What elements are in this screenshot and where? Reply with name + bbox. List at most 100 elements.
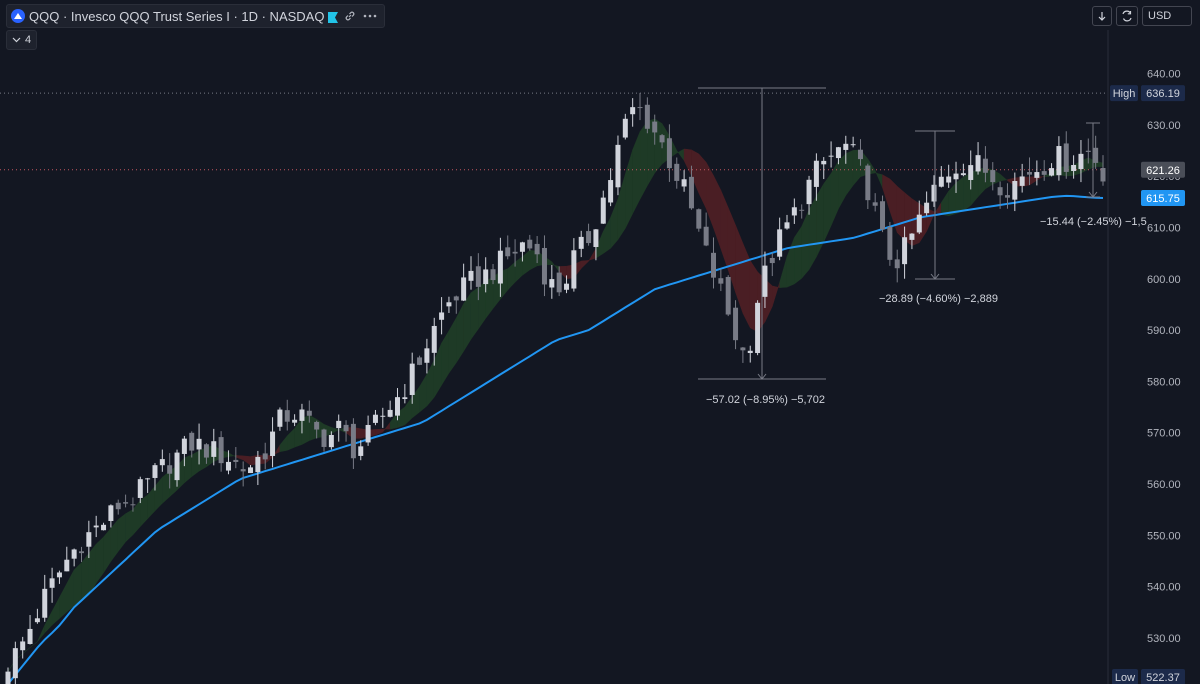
candle-body [218, 437, 224, 464]
candle-body [446, 302, 452, 307]
candle-body [365, 424, 371, 443]
candle [865, 163, 871, 210]
cloud-segment [59, 583, 68, 620]
flag-icon[interactable] [328, 11, 339, 23]
candle-body [1049, 168, 1055, 176]
chevron-down-icon [12, 37, 21, 43]
candle [887, 221, 893, 266]
price-tick: 600.00 [1147, 274, 1181, 286]
candle [240, 461, 246, 487]
cloud-segment [786, 237, 795, 288]
cloud-segment [456, 303, 464, 364]
candle [938, 166, 944, 188]
cloud-segment [66, 569, 75, 613]
candle-body [1071, 164, 1077, 172]
cloud-segment [463, 291, 472, 353]
download-button[interactable] [1092, 6, 1112, 26]
candle-body [203, 444, 209, 458]
chart-header: QQQ · Invesco QQQ Trust Series I · 1D · … [0, 0, 1200, 30]
candle-body [784, 222, 790, 229]
candle-body [1041, 171, 1047, 175]
cloud-segment [845, 149, 854, 197]
candle-body [813, 160, 819, 187]
candle [975, 142, 981, 175]
link-icon[interactable] [342, 8, 358, 24]
candle [159, 449, 165, 472]
candle [446, 296, 452, 313]
candle-body [894, 259, 900, 269]
candle-body [659, 135, 665, 143]
cloud-segment [235, 455, 244, 461]
price-tick: 530.00 [1147, 633, 1181, 645]
cloud-segment [896, 185, 905, 241]
cloud-segment [103, 527, 112, 574]
candle [145, 477, 151, 493]
candle-body [299, 409, 305, 421]
symbol-info[interactable]: QQQ · Invesco QQQ Trust Series I · 1D · … [6, 4, 386, 28]
candle-body [78, 551, 84, 554]
candle-body [108, 505, 114, 521]
candle-body [64, 559, 70, 572]
more-options-icon[interactable] [362, 8, 378, 24]
candle-body [711, 252, 717, 278]
candle-body [681, 179, 687, 187]
candle [424, 338, 430, 374]
cloud-segment [507, 261, 516, 291]
candle-body [505, 247, 511, 257]
price-axis[interactable]: 530.00 540.00 550.00 560.00 570.00 580.00 590.… [1107, 30, 1181, 684]
candle [681, 170, 687, 192]
indicators-toggle[interactable]: 4 [6, 30, 38, 50]
refresh-button[interactable] [1116, 6, 1138, 26]
candle [946, 164, 952, 188]
price-tick: 640.00 [1147, 69, 1181, 81]
currency-select[interactable]: USD [1142, 6, 1192, 26]
candle [277, 407, 283, 431]
candle [828, 141, 834, 168]
cloud-segment [830, 159, 839, 226]
candle [799, 204, 805, 219]
candle-body [27, 628, 33, 644]
candle-body [439, 312, 445, 320]
moving-average-line [7, 194, 1104, 684]
candle-body [1034, 172, 1040, 178]
candle-body [806, 179, 812, 205]
candle-body [1004, 195, 1010, 198]
candle-body [20, 641, 26, 651]
price-tick: 630.00 [1147, 120, 1181, 132]
candle-body [56, 572, 62, 578]
candle [674, 157, 680, 189]
candle [350, 418, 356, 469]
cloud-segment [448, 316, 457, 374]
cloud-segment [191, 450, 200, 478]
candle-body [71, 549, 77, 559]
candle-body [387, 409, 393, 417]
candle [718, 268, 724, 292]
candle [586, 223, 592, 246]
measurement-tools[interactable]: −57.02 (−8.95%) −5,702 −28.89 (−4.60%) −2… [698, 87, 1147, 406]
candle [850, 136, 856, 148]
candle [990, 162, 996, 191]
candle [108, 504, 114, 528]
candle [372, 409, 378, 426]
candle-body [916, 214, 922, 233]
candle [960, 163, 966, 177]
candle [733, 300, 739, 350]
candle-body [475, 266, 481, 287]
high-tag-text: High [1113, 88, 1136, 100]
candle-body [1093, 147, 1099, 163]
candle-body [769, 257, 775, 264]
candle-body [394, 397, 400, 416]
candle [42, 574, 48, 622]
price-tick: 560.00 [1147, 479, 1181, 491]
candle [769, 252, 775, 277]
cloud-segment [735, 225, 744, 314]
cloud-segment [95, 536, 104, 584]
candle-body [1012, 181, 1018, 200]
cloud-segment [625, 149, 633, 229]
cloud-segment [522, 249, 531, 276]
candle [747, 345, 753, 363]
cloud-segment [37, 625, 45, 642]
cloud-segment [147, 485, 156, 520]
price-chart[interactable]: 530.00 540.00 550.00 560.00 570.00 580.00 590.… [0, 0, 1200, 684]
candle-body [527, 239, 533, 249]
